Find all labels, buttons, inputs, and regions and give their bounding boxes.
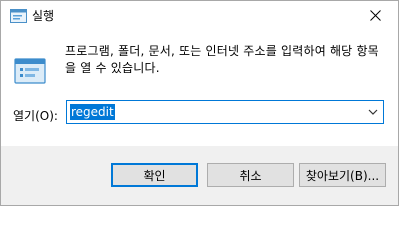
run-window-icon <box>10 9 27 23</box>
open-label: 열기(O): <box>13 109 58 123</box>
open-combobox[interactable]: regedit <box>66 100 384 124</box>
close-icon <box>369 9 381 24</box>
description-text: 프로그램, 폴더, 문서, 또는 인터넷 주소를 입력하여 해당 항목을 열 수… <box>65 44 379 75</box>
close-button[interactable] <box>352 1 398 32</box>
cancel-button[interactable]: 취소 <box>207 163 294 187</box>
run-icon <box>13 54 47 88</box>
button-bar: 확인 취소 찾아보기(B)... <box>1 146 398 205</box>
dialog-body: 프로그램, 폴더, 문서, 또는 인터넷 주소를 입력하여 해당 항목을 열 수… <box>1 32 398 146</box>
chevron-down-icon[interactable] <box>367 106 379 118</box>
browse-button[interactable]: 찾아보기(B)... <box>299 163 386 187</box>
ok-button[interactable]: 확인 <box>111 163 198 187</box>
open-input-value[interactable]: regedit <box>70 104 115 120</box>
window-title: 실행 <box>32 9 55 23</box>
run-dialog: 실행 프로그램, 폴더, 문서, 또는 인터넷 주소를 입력하여 해당 항목을 … <box>0 0 399 206</box>
title-bar: 실행 <box>1 1 398 32</box>
